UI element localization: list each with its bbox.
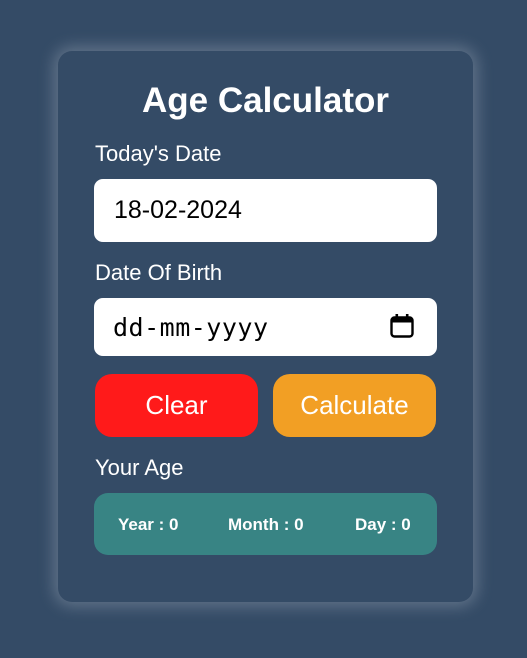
date-of-birth-input[interactable]: dd-mm-yyyy: [94, 298, 437, 356]
todays-date-value: 18-02-2024: [114, 196, 242, 224]
age-days: Day : 0: [355, 515, 411, 534]
page-title: Age Calculator: [142, 81, 389, 120]
date-of-birth-label: Date Of Birth: [95, 260, 223, 285]
calendar-icon[interactable]: [389, 313, 415, 339]
age-result-panel: Year : 0 Month : 0 Day : 0: [94, 493, 437, 555]
clear-button[interactable]: Clear: [95, 374, 258, 437]
age-months: Month : 0: [228, 515, 304, 534]
date-of-birth-placeholder: dd-mm-yyyy: [113, 312, 269, 342]
age-calculator-card: Age Calculator Today's Date 18-02-2024 D…: [58, 51, 473, 602]
calculate-button[interactable]: Calculate: [273, 374, 436, 437]
todays-date-input[interactable]: 18-02-2024: [94, 179, 437, 242]
age-years: Year : 0: [118, 515, 179, 534]
todays-date-label: Today's Date: [95, 141, 222, 166]
your-age-label: Your Age: [95, 455, 184, 480]
